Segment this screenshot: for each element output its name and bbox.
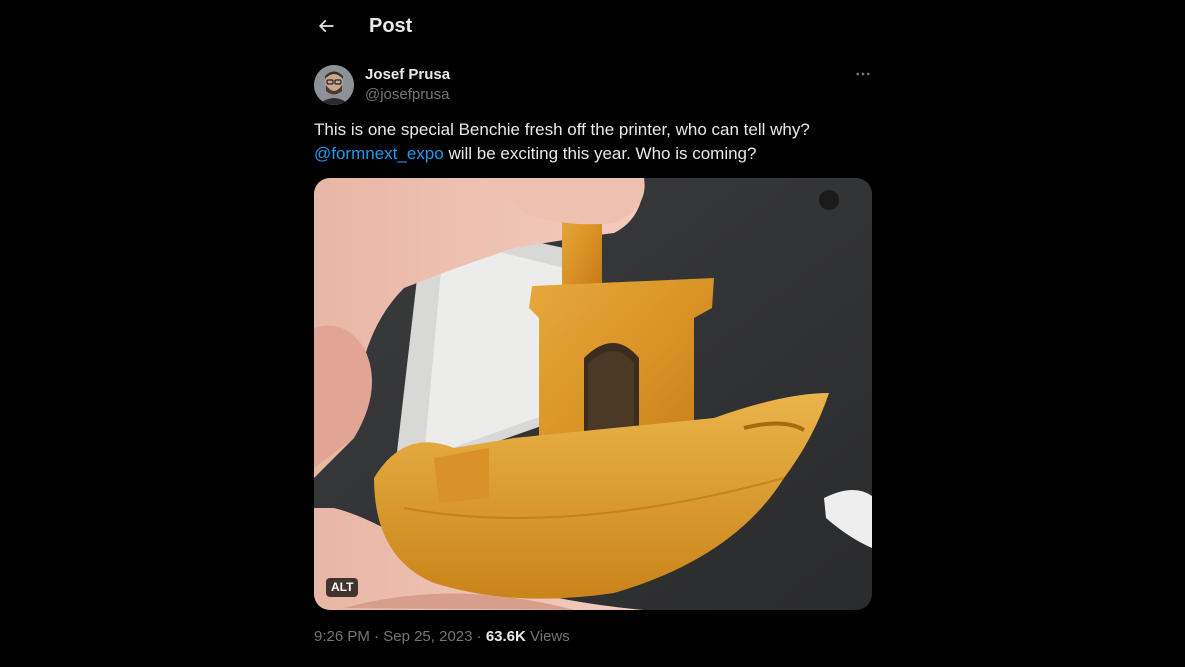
- more-options-button[interactable]: [848, 62, 878, 86]
- meta-separator: ·: [472, 628, 486, 645]
- more-horizontal-icon: [856, 72, 870, 76]
- author-handle[interactable]: @josefprusa: [365, 85, 449, 105]
- tweet-text-part1: This is one special Benchie fresh off th…: [314, 120, 810, 139]
- benchy-photo: [314, 178, 872, 610]
- views-label: Views: [525, 628, 570, 645]
- post-column: Post Josef Prusa @josefprusa This is one…: [298, 0, 888, 667]
- avatar[interactable]: [314, 65, 354, 105]
- views-count: 63.6K: [485, 628, 526, 645]
- mention-link[interactable]: @formnext_expo: [314, 144, 444, 163]
- back-button[interactable]: [308, 8, 344, 44]
- arrow-left-icon: [318, 19, 334, 33]
- post-date[interactable]: Sep 25, 2023: [383, 628, 472, 645]
- author-name[interactable]: Josef Prusa: [365, 65, 450, 85]
- tweet-media-image[interactable]: ALT: [314, 178, 872, 610]
- page-title: Post: [369, 15, 413, 37]
- post-time[interactable]: 9:26 PM: [314, 628, 370, 645]
- tweet-text-part2: will be exciting this year. Who is comin…: [443, 144, 757, 163]
- post-meta: 9:26 PM · Sep 25, 2023 · 63.6K Views: [314, 627, 570, 647]
- meta-separator: ·: [369, 628, 384, 645]
- tweet-text: This is one special Benchie fresh off th…: [314, 118, 874, 166]
- post-header: Post: [298, 0, 888, 53]
- alt-badge[interactable]: ALT: [326, 578, 359, 597]
- user-avatar-image: [314, 65, 354, 105]
